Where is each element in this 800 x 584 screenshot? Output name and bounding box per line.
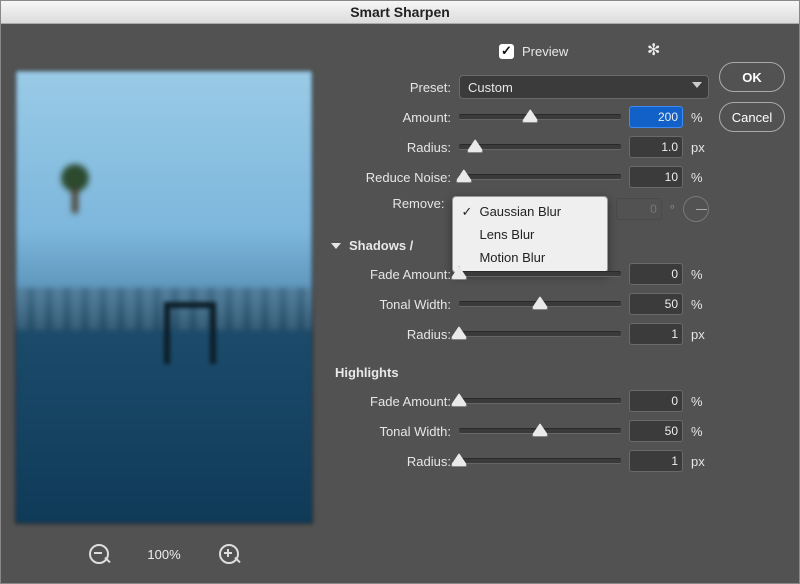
chevron-down-icon xyxy=(692,82,702,88)
zoom-in-icon[interactable] xyxy=(219,544,239,564)
preview-checkbox[interactable]: ✓ xyxy=(499,44,514,59)
reduce-noise-unit: % xyxy=(691,170,709,185)
shadows-fade-input[interactable]: 0 xyxy=(629,263,683,285)
preset-select[interactable]: Custom xyxy=(459,75,709,99)
angle-dial[interactable] xyxy=(683,196,709,222)
shadows-tonal-slider[interactable] xyxy=(459,301,621,307)
highlights-radius-input[interactable]: 1 xyxy=(629,450,683,472)
radius-unit: px xyxy=(691,140,709,155)
remove-label: Remove: xyxy=(329,196,444,211)
reduce-noise-input[interactable]: 10 xyxy=(629,166,683,188)
highlights-header: Highlights xyxy=(335,365,785,380)
highlights-radius-slider[interactable] xyxy=(459,458,621,464)
disclosure-icon xyxy=(331,243,341,249)
angle-unit: ° xyxy=(670,202,675,217)
zoom-out-icon[interactable] xyxy=(89,544,109,564)
ok-button[interactable]: OK xyxy=(719,62,785,92)
remove-option-lens[interactable]: Lens Blur xyxy=(453,223,606,246)
highlights-tonal-slider[interactable] xyxy=(459,428,621,434)
shadows-radius-input[interactable]: 1 xyxy=(629,323,683,345)
radius-input[interactable]: 1.0 xyxy=(629,136,683,158)
dialog-title: Smart Sharpen xyxy=(1,1,799,24)
shadows-radius-label: Radius: xyxy=(329,327,451,342)
cancel-button[interactable]: Cancel xyxy=(719,102,785,132)
highlights-fade-slider[interactable] xyxy=(459,398,621,404)
radius-label: Radius: xyxy=(329,140,451,155)
remove-dropdown[interactable]: ✓Gaussian Blur Lens Blur Motion Blur xyxy=(452,196,607,273)
angle-input[interactable]: 0 xyxy=(616,198,662,220)
shadows-tonal-input[interactable]: 50 xyxy=(629,293,683,315)
preview-label: Preview xyxy=(522,44,568,59)
radius-slider[interactable] xyxy=(459,144,621,150)
highlights-tonal-input[interactable]: 50 xyxy=(629,420,683,442)
zoom-bar: 100% xyxy=(15,524,313,568)
highlights-tonal-label: Tonal Width: xyxy=(329,424,451,439)
highlights-fade-label: Fade Amount: xyxy=(329,394,451,409)
amount-label: Amount: xyxy=(329,110,451,125)
reduce-noise-label: Reduce Noise: xyxy=(329,170,451,185)
zoom-level[interactable]: 100% xyxy=(147,547,180,562)
shadows-tonal-label: Tonal Width: xyxy=(329,297,451,312)
shadows-fade-slider[interactable] xyxy=(459,271,621,277)
remove-option-gaussian[interactable]: ✓Gaussian Blur xyxy=(453,200,606,223)
amount-input[interactable]: 200 xyxy=(629,106,683,128)
remove-option-motion[interactable]: Motion Blur xyxy=(453,246,606,269)
shadows-radius-slider[interactable] xyxy=(459,331,621,337)
amount-slider[interactable] xyxy=(459,114,621,120)
amount-unit: % xyxy=(691,110,709,125)
preview-image[interactable] xyxy=(15,70,313,524)
smart-sharpen-dialog: Smart Sharpen 100% OK Cancel ✓ Preview xyxy=(0,0,800,584)
highlights-fade-input[interactable]: 0 xyxy=(629,390,683,412)
highlights-radius-label: Radius: xyxy=(329,454,451,469)
gear-icon[interactable]: ✻ xyxy=(647,43,663,59)
reduce-noise-slider[interactable] xyxy=(459,174,621,180)
shadows-fade-label: Fade Amount: xyxy=(329,267,451,282)
preset-label: Preset: xyxy=(329,80,451,95)
